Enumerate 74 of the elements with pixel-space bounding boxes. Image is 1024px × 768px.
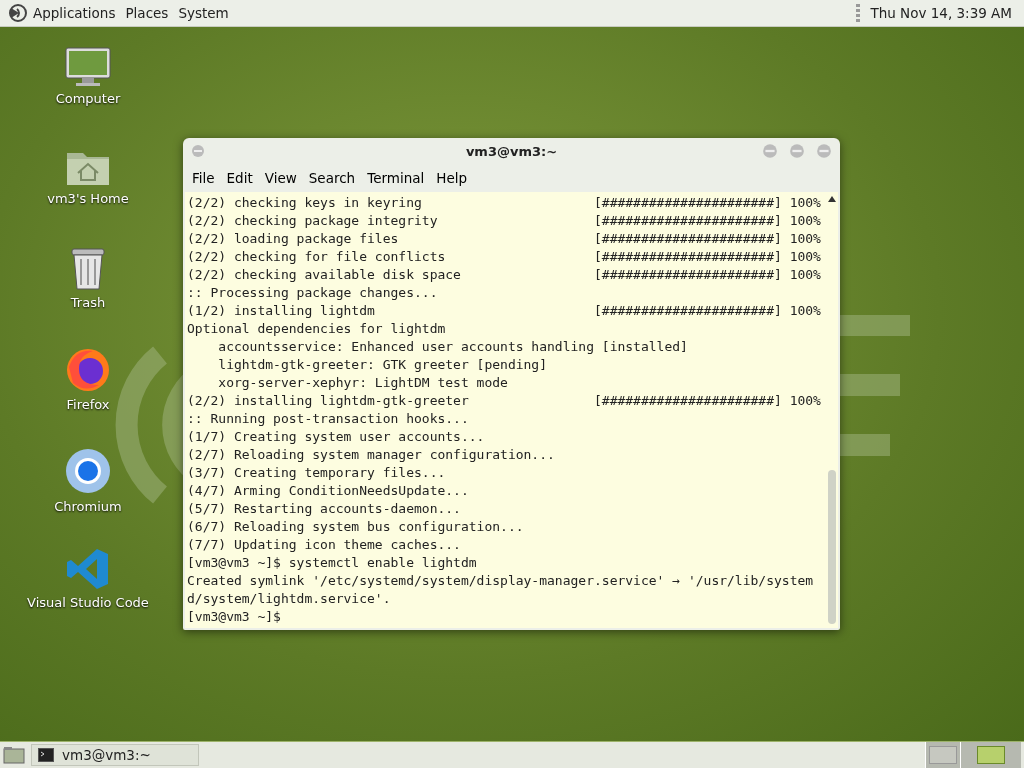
browser-circle-icon[interactable] xyxy=(64,447,112,495)
progress-bar-text: [######################] xyxy=(594,248,782,266)
terminal-icon xyxy=(38,748,54,762)
progress-percent: 100% xyxy=(789,230,821,248)
window-menu-icon[interactable] xyxy=(191,144,205,158)
menu-item[interactable]: Terminal xyxy=(361,170,431,186)
workspace-switcher-button[interactable] xyxy=(960,742,1021,768)
terminal-line: (1/7) Creating system user accounts... xyxy=(187,428,485,446)
menu-item[interactable]: View xyxy=(258,170,303,186)
desktop-icon-label[interactable]: Chromium xyxy=(54,499,122,514)
progress-bar-text: [######################] xyxy=(594,230,782,248)
close-icon[interactable] xyxy=(816,143,832,159)
desktop-icon-label[interactable]: Trash xyxy=(70,295,106,310)
terminal-line: (2/7) Reloading system manager configuration... xyxy=(187,446,555,464)
progress-bar-text: [######################] xyxy=(594,194,782,212)
terminal-line: Created symlink '/etc/systemd/system/display-manager.service' → '/usr/lib/system xyxy=(187,572,814,590)
progress-percent: 100% xyxy=(789,392,821,410)
terminal-line: [vm3@vm3 ~]$ systemctl enable lightdm xyxy=(187,554,477,572)
window-thumbnail xyxy=(929,746,957,764)
window-title: vm3@vm3:~ xyxy=(464,143,559,159)
terminal-line: (3/7) Creating temporary files... xyxy=(187,464,446,482)
terminal-line: accountsservice: Enhanced user accounts handling [installed] xyxy=(217,338,688,356)
terminal-line: (2/2) checking for file conflicts xyxy=(187,248,447,266)
progress-bar-text: [######################] xyxy=(594,392,782,410)
menu-item[interactable]: Search xyxy=(302,170,362,186)
terminal-line: lightdm-gtk-greeter: GTK greeter [pending] xyxy=(217,356,548,374)
terminal-line: [vm3@vm3 ~]$ xyxy=(187,608,281,626)
minimize-icon[interactable] xyxy=(762,143,778,159)
progress-bar-text: [######################] xyxy=(594,212,782,230)
terminal-line: (4/7) Arming ConditionNeedsUpdate... xyxy=(187,482,469,500)
taskbar-button[interactable]: vm3@vm3:~ xyxy=(31,744,199,766)
window-thumbnail xyxy=(977,746,1005,764)
desktop-icon-label[interactable]: Computer xyxy=(55,91,121,106)
workspace-switcher-button[interactable] xyxy=(925,742,960,768)
monitor-icon[interactable] xyxy=(64,47,112,87)
panel-handle-icon xyxy=(856,4,861,22)
browser-fox-icon[interactable] xyxy=(65,347,111,393)
menu-item[interactable]: Help xyxy=(430,170,474,186)
progress-percent: 100% xyxy=(789,302,821,320)
maximize-icon[interactable] xyxy=(789,143,805,159)
progress-percent: 100% xyxy=(789,248,821,266)
progress-bar-text: [######################] xyxy=(594,266,782,284)
terminal-line: d/system/lightdm.service'. xyxy=(187,590,391,608)
terminal-line: :: Running post-transaction hooks... xyxy=(187,410,469,428)
terminal-line: :: Processing package changes... xyxy=(187,284,438,302)
menu-item[interactable]: Edit xyxy=(220,170,259,186)
terminal-line: Optional dependencies for lightdm xyxy=(187,320,446,338)
panel-menu[interactable]: Applications xyxy=(33,5,116,21)
progress-percent: 100% xyxy=(789,266,821,284)
distro-logo-icon[interactable] xyxy=(8,3,28,23)
terminal-line: (2/2) checking keys in keyring xyxy=(187,194,423,212)
clock[interactable]: Thu Nov 14, 3:39 AM xyxy=(870,5,1012,21)
terminal-line: (2/2) checking package integrity xyxy=(187,212,439,230)
scrollbar-thumb[interactable] xyxy=(827,470,836,624)
trash-icon[interactable] xyxy=(69,247,107,291)
terminal-line: (2/2) loading package files xyxy=(187,230,400,248)
scroll-up-icon[interactable] xyxy=(827,196,836,202)
desktop-icon-label[interactable]: vm3's Home xyxy=(47,191,129,206)
terminal-line: (5/7) Restarting accounts-daemon... xyxy=(187,500,461,518)
progress-percent: 100% xyxy=(789,194,821,212)
panel-menu[interactable]: Places xyxy=(125,5,169,21)
terminal-line: (2/2) checking available disk space xyxy=(187,266,462,284)
progress-bar-text: [######################] xyxy=(594,302,782,320)
terminal-line: (6/7) Reloading system bus configuration... xyxy=(187,518,524,536)
terminal-line: (2/2) installing lightdm-gtk-greeter xyxy=(187,392,470,410)
menu-item[interactable]: File xyxy=(186,170,221,186)
desktop-icon-label[interactable]: Firefox xyxy=(66,397,110,412)
terminal-line: (1/2) installing lightdm xyxy=(187,302,376,320)
terminal-line: xorg-server-xephyr: LightDM test mode xyxy=(217,374,508,392)
desktop-icon-label[interactable]: Visual Studio Code xyxy=(27,595,149,610)
panel-menu[interactable]: System xyxy=(178,5,229,21)
progress-percent: 100% xyxy=(789,212,821,230)
show-desktop-icon[interactable] xyxy=(3,746,25,764)
terminal-line: (7/7) Updating icon theme caches... xyxy=(187,536,461,554)
